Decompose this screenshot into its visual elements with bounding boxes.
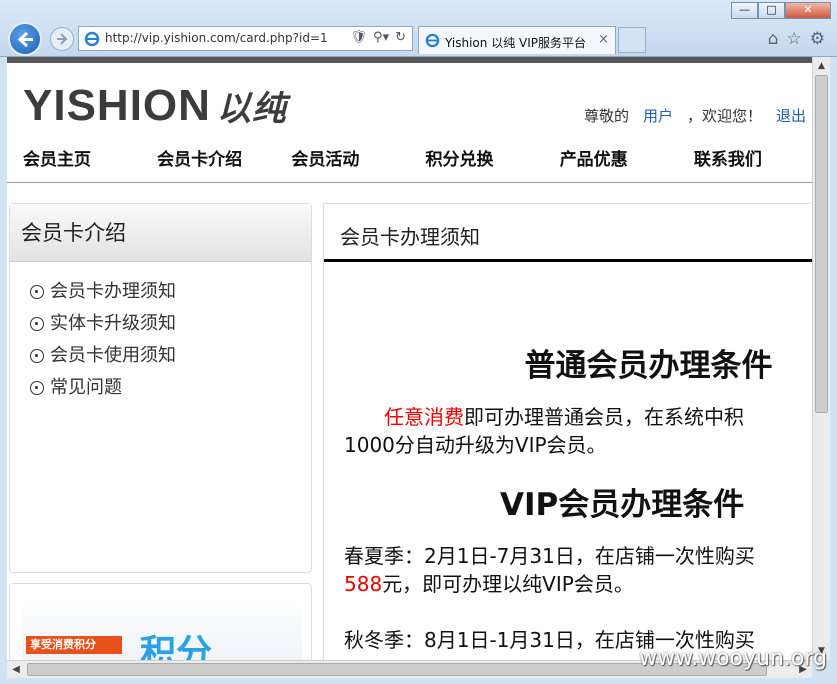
home-icon[interactable]: ⌂	[768, 29, 779, 49]
paragraph-text: 元，即可办理以纯VIP会员。	[382, 572, 634, 596]
site-logo[interactable]: YISHION 以纯	[23, 81, 287, 131]
nav-item-points[interactable]: 积分兑换	[410, 145, 544, 182]
sidebar-item-label: 会员卡使用须知	[50, 345, 176, 366]
sidebar-title: 会员卡介绍	[10, 204, 311, 262]
sidebar-item-label: 会员卡办理须知	[50, 281, 176, 302]
new-tab-button[interactable]	[618, 27, 646, 53]
browser-tab-active[interactable]: Yishion 以纯 VIP服务平台 ×	[418, 26, 616, 54]
refresh-icon[interactable]: ↻	[395, 30, 406, 45]
content-body: 普通会员办理条件 任意消费即可办理普通会员，在系统中积 1000分自动升级为VI…	[324, 340, 812, 654]
shield-icon[interactable]: 🛡	[351, 30, 368, 45]
star-icon[interactable]: ☆	[787, 29, 802, 49]
logout-link[interactable]: 退出	[776, 105, 806, 126]
heading-normal-member: 普通会员办理条件	[524, 348, 773, 384]
main-nav: 会员主页 会员卡介绍 会员活动 积分兑换 产品优惠 联系我们	[7, 145, 812, 183]
forward-arrow-icon	[57, 33, 68, 45]
bullet-icon	[30, 317, 44, 331]
top-band	[7, 57, 812, 63]
sidebar: 会员卡介绍 会员卡办理须知 实体卡升级须知 会员卡使用须知 常见问题	[9, 203, 312, 573]
scroll-up-icon[interactable]: ▲	[813, 57, 830, 75]
tab-title: Yishion 以纯 VIP服务平台	[445, 36, 586, 50]
nav-item-activities[interactable]: 会员活动	[275, 145, 409, 182]
watermark: www.wooyun.org	[639, 646, 827, 671]
highlight-any-purchase: 任意消费	[384, 405, 464, 429]
paragraph-spring-summer-line2: 588元，即可办理以纯VIP会员。	[344, 570, 812, 598]
paragraph-text: 即可办理普通会员，在系统中积	[464, 405, 744, 429]
close-window-button[interactable]: ✕	[785, 2, 831, 19]
back-button[interactable]	[8, 22, 42, 56]
sidebar-item-faq[interactable]: 常见问题	[30, 372, 311, 404]
url-text: http://vip.yishion.com/card.php?id=1	[105, 31, 328, 45]
address-bar[interactable]: http://vip.yishion.com/card.php?id=1 🛡 ⚲…	[78, 26, 413, 51]
nav-item-home[interactable]: 会员主页	[7, 145, 141, 182]
bullet-icon	[30, 285, 44, 299]
ie-logo-icon	[84, 31, 100, 47]
banner-label: 享受消费积分	[26, 636, 122, 654]
sidebar-item-label: 常见问题	[50, 377, 122, 398]
promo-banner[interactable]: 享受消费积分 积分	[9, 583, 312, 660]
paragraph-spring-summer: 春夏季：2月1日-7月31日，在店铺一次性购买	[344, 544, 755, 568]
minimize-button[interactable]: —	[731, 2, 758, 19]
forward-button[interactable]	[50, 27, 74, 51]
nav-item-offers[interactable]: 产品优惠	[544, 145, 678, 182]
paragraph-normal-member: 任意消费即可办理普通会员，在系统中积	[344, 403, 812, 431]
browser-toolbar-icons: ⌂ ☆ ⚙	[768, 29, 825, 49]
tab-close-icon[interactable]: ×	[598, 32, 609, 47]
page-viewport: YISHION 以纯 尊敬的 用户 ，欢迎您！ 退出 会员主页 会员卡介绍 会员活…	[7, 57, 812, 660]
greeting-prefix: 尊敬的	[583, 107, 629, 125]
browser-title-bar: — □ ✕ http://vip.yishion.com/card.php?id…	[0, 0, 837, 57]
user-greeting: 尊敬的 用户 ，欢迎您！ 退出	[584, 105, 806, 126]
window-controls: — □ ✕	[731, 2, 831, 19]
logo-latin: YISHION	[23, 81, 211, 130]
greeting-suffix: ，欢迎您！	[686, 107, 762, 125]
nav-item-card-intro[interactable]: 会员卡介绍	[141, 145, 275, 182]
scroll-left-icon[interactable]: ◀	[7, 661, 25, 678]
ie-logo-icon	[425, 33, 440, 48]
content-panel: 会员卡办理须知 普通会员办理条件 任意消费即可办理普通会员，在系统中积 1000…	[323, 203, 812, 660]
sidebar-item-upgrade[interactable]: 实体卡升级须知	[30, 308, 311, 340]
vertical-scroll-thumb[interactable]	[815, 75, 828, 413]
banner-headline: 积分	[140, 633, 213, 660]
paragraph-normal-line2: 1000分自动升级为VIP会员。	[344, 433, 607, 457]
content-title: 会员卡办理须知	[324, 204, 812, 262]
sidebar-item-apply[interactable]: 会员卡办理须知	[30, 276, 311, 308]
user-link[interactable]: 用户	[643, 105, 673, 126]
search-icon[interactable]: ⚲▾	[373, 30, 389, 45]
sidebar-item-label: 实体卡升级须知	[50, 313, 176, 334]
bullet-icon	[30, 349, 44, 363]
sidebar-item-usage[interactable]: 会员卡使用须知	[30, 340, 311, 372]
gear-icon[interactable]: ⚙	[810, 29, 825, 49]
nav-item-contact[interactable]: 联系我们	[678, 145, 812, 182]
sidebar-list: 会员卡办理须知 实体卡升级须知 会员卡使用须知 常见问题	[10, 262, 311, 404]
vertical-scrollbar[interactable]: ▲ ▼	[812, 57, 830, 660]
back-arrow-icon	[17, 31, 33, 48]
bullet-icon	[30, 381, 44, 395]
heading-vip-member: VIP会员办理条件	[500, 487, 745, 523]
logo-chinese: 以纯	[216, 90, 287, 128]
address-tools: 🛡 ⚲▾ ↻	[351, 30, 406, 45]
highlight-amount: 588	[344, 572, 383, 596]
maximize-button[interactable]: □	[758, 2, 785, 19]
